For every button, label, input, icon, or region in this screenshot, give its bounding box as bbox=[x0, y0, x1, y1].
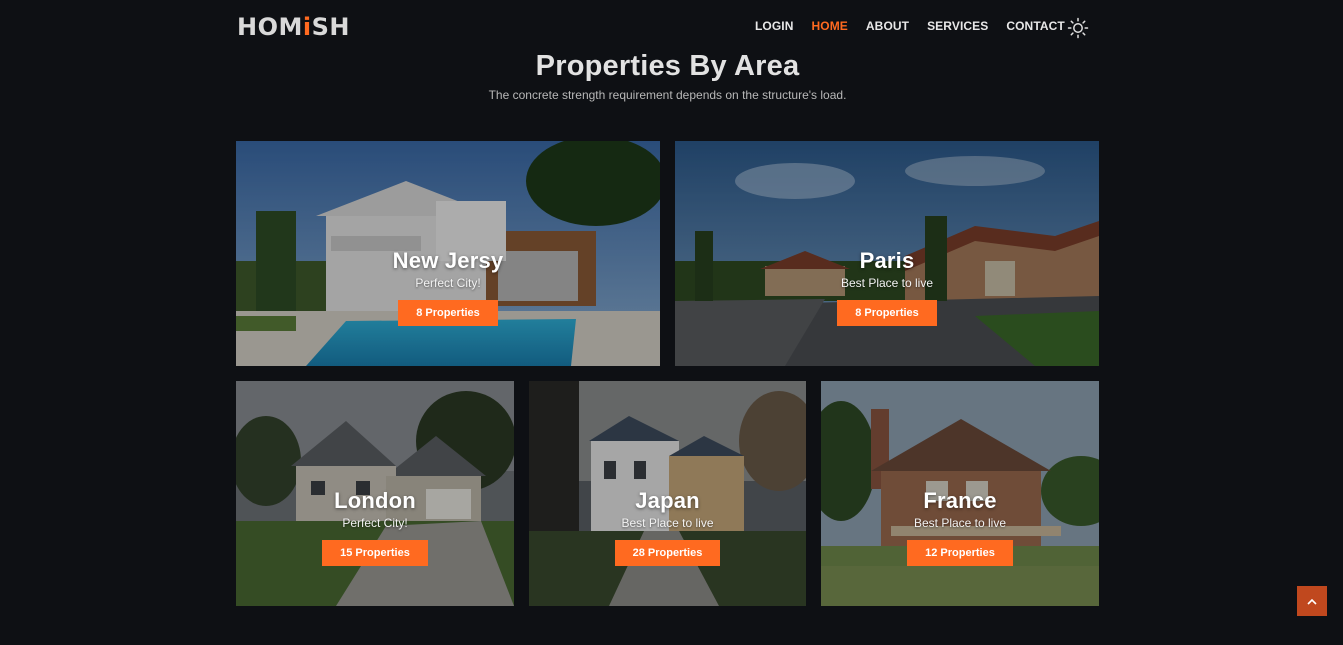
area-card-london[interactable]: London Perfect City! 15 Properties bbox=[236, 381, 514, 606]
properties-count-button[interactable]: 12 Properties bbox=[907, 540, 1013, 566]
area-name: Japan bbox=[635, 488, 700, 513]
area-name: Paris bbox=[859, 248, 915, 273]
area-card-info: London Perfect City! 15 Properties bbox=[236, 381, 514, 606]
logo-text-suffix: SH bbox=[311, 13, 350, 41]
nav-about[interactable]: ABOUT bbox=[866, 18, 909, 34]
scroll-to-top-button[interactable] bbox=[1297, 586, 1327, 616]
section-title: Properties By Area bbox=[535, 50, 800, 82]
area-card-france[interactable]: France Best Place to live 12 Properties bbox=[821, 381, 1099, 606]
main-nav: LOGIN HOME ABOUT SERVICES CONTACT bbox=[755, 18, 1083, 34]
area-card-new-jersy[interactable]: New Jersy Perfect City! 8 Properties bbox=[236, 141, 660, 366]
area-tagline: Best Place to live bbox=[913, 516, 1007, 530]
area-card-japan[interactable]: Japan Best Place to live 28 Properties bbox=[529, 381, 806, 606]
theme-toggle-button[interactable] bbox=[1067, 17, 1089, 39]
logo[interactable]: HOMiSH bbox=[237, 13, 350, 41]
area-card-info: New Jersy Perfect City! 8 Properties bbox=[236, 141, 660, 366]
properties-count-button[interactable]: 15 Properties bbox=[322, 540, 428, 566]
area-name: New Jersy bbox=[392, 248, 504, 273]
nav-home[interactable]: HOME bbox=[812, 18, 848, 34]
area-card-paris[interactable]: Paris Best Place to live 8 Properties bbox=[675, 141, 1099, 366]
logo-text-accent: i bbox=[302, 13, 312, 41]
area-tagline: Best Place to live bbox=[621, 516, 714, 530]
area-tagline: Perfect City! bbox=[342, 516, 408, 530]
area-card-info: France Best Place to live 12 Properties bbox=[821, 381, 1099, 606]
area-tagline: Best Place to live bbox=[840, 276, 934, 290]
area-tagline: Perfect City! bbox=[415, 276, 481, 290]
nav-login[interactable]: LOGIN bbox=[755, 18, 794, 34]
area-name: France bbox=[923, 488, 997, 513]
logo-text-prefix: HOM bbox=[237, 13, 303, 41]
area-name: London bbox=[334, 488, 416, 513]
nav-services[interactable]: SERVICES bbox=[927, 18, 988, 34]
area-card-info: Japan Best Place to live 28 Properties bbox=[529, 381, 806, 606]
section-subtitle: The concrete strength requirement depend… bbox=[488, 88, 847, 102]
nav-contact[interactable]: CONTACT bbox=[1006, 18, 1064, 34]
properties-count-button[interactable]: 28 Properties bbox=[614, 540, 721, 566]
sun-icon bbox=[1067, 17, 1089, 39]
chevron-up-icon bbox=[1307, 598, 1317, 605]
properties-count-button[interactable]: 8 Properties bbox=[398, 300, 498, 326]
properties-count-button[interactable]: 8 Properties bbox=[837, 300, 937, 326]
area-card-info: Paris Best Place to live 8 Properties bbox=[675, 141, 1099, 366]
